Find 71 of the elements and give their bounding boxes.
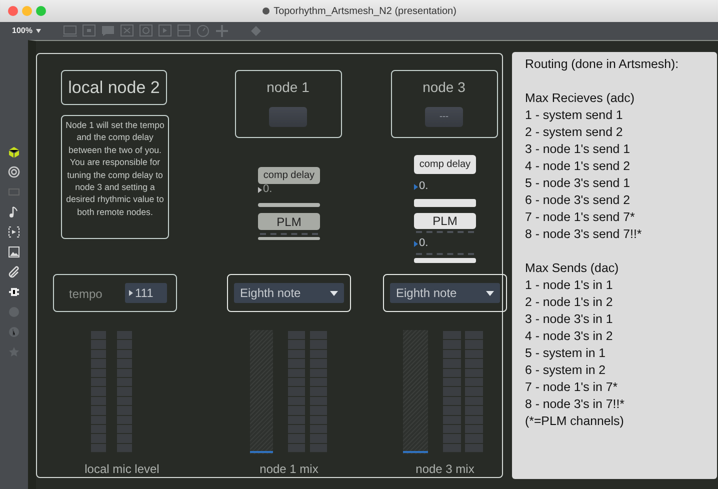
comment-line: 2 - system send 2 — [525, 124, 624, 141]
meter-label: local mic level — [84, 461, 160, 478]
divider — [416, 253, 474, 255]
note-icon[interactable] — [8, 206, 20, 218]
close-button[interactable] — [8, 6, 18, 16]
tempo-label: tempo — [69, 286, 102, 303]
comment-line: 7 - node 1's in 7* — [525, 379, 619, 396]
image-icon[interactable] — [8, 246, 20, 258]
target-box-icon[interactable] — [139, 24, 154, 38]
comment-line: 5 - node 3's send 1 — [525, 175, 632, 192]
cross-box-icon[interactable] — [120, 24, 134, 38]
minimize-button[interactable] — [22, 6, 32, 16]
caret-icon — [486, 290, 494, 296]
number-box[interactable]: 0. — [414, 180, 444, 193]
plus-icon[interactable] — [215, 24, 230, 38]
comment-line: Max Recieves (adc) — [525, 90, 636, 107]
target-icon[interactable] — [8, 166, 20, 178]
arrow-icon — [258, 186, 262, 192]
mix-label: node 3 mix — [414, 461, 476, 478]
divider — [416, 231, 474, 233]
dial-icon[interactable] — [196, 24, 210, 38]
comment-line: 3 - node 3's in 1 — [525, 311, 614, 328]
document-icon — [262, 7, 270, 15]
comment-line: 2 - node 1's in 2 — [525, 294, 614, 311]
cube-icon[interactable] — [8, 146, 20, 158]
node-button[interactable]: --- — [425, 107, 463, 127]
play-box-icon[interactable] — [158, 24, 172, 38]
mix-label: node 1 mix — [258, 461, 320, 478]
comp-delay-button[interactable]: comp delay — [414, 155, 476, 174]
zoom-button[interactable] — [36, 6, 46, 16]
arrow-icon — [414, 240, 418, 246]
plug-icon[interactable] — [8, 286, 20, 298]
gain-slider[interactable] — [403, 330, 428, 454]
title-label: local node 2 — [61, 70, 167, 105]
tempo-number-box[interactable]: 111 — [125, 283, 167, 303]
comment-line: (*=PLM channels) — [525, 413, 625, 430]
node-title: node 1 — [266, 78, 310, 97]
arrow-icon — [414, 184, 418, 190]
comment-line: 6 - system in 2 — [525, 362, 607, 379]
comment-line: 8 - node 3's in 7!!* — [525, 396, 626, 413]
comment-line: 3 - node 1's send 1 — [525, 141, 632, 158]
comment-line: Max Sends (dac) — [525, 260, 620, 277]
comment-line: 8 - node 3's send 7!!* — [525, 226, 643, 243]
inlet-icon[interactable] — [82, 24, 96, 38]
comment-line: 5 - system in 1 — [525, 345, 607, 362]
plm-button[interactable]: PLM — [414, 213, 476, 229]
instruction-comment: Node 1 will set the tempo and the comp delay between the two of you. You are responsible for tuning the comp delay to node 3 and setting a desired rhythmic value to both remote nodes. — [61, 115, 169, 239]
comment-line: 1 - node 1's in 1 — [525, 277, 614, 294]
caret-icon[interactable] — [36, 29, 42, 33]
slider-box-icon[interactable] — [177, 24, 192, 38]
divider — [260, 233, 318, 235]
caret-icon — [330, 290, 338, 296]
rhythm-dropdown[interactable]: Eighth note — [390, 283, 500, 303]
comment-line: 4 - node 1's send 2 — [525, 158, 632, 175]
node-title: node 3 — [422, 78, 466, 97]
node-button[interactable] — [269, 107, 307, 127]
comment-line: 4 - node 3's in 2 — [525, 328, 614, 345]
comment-line: 1 - system send 1 — [525, 107, 624, 124]
zoom-dropdown[interactable]: 100% — [12, 25, 32, 37]
window-title: Toporhythm_Artsmesh_N2 (presentation) — [274, 4, 456, 18]
bracket-play-icon[interactable] — [8, 226, 20, 238]
arrow-icon — [129, 290, 133, 296]
comment-line: 6 - node 3's send 2 — [525, 192, 632, 209]
presentation-icon[interactable] — [63, 24, 78, 38]
gain-slider[interactable] — [250, 330, 273, 454]
comment-line: 7 - node 1's send 7* — [525, 209, 636, 226]
film-icon[interactable] — [8, 186, 20, 198]
comment-line: Routing (done in Artsmesh): — [525, 56, 680, 73]
paperclip-icon[interactable] — [8, 266, 20, 278]
comment-icon[interactable] — [101, 24, 116, 38]
number-box[interactable]: 0. — [414, 237, 444, 250]
